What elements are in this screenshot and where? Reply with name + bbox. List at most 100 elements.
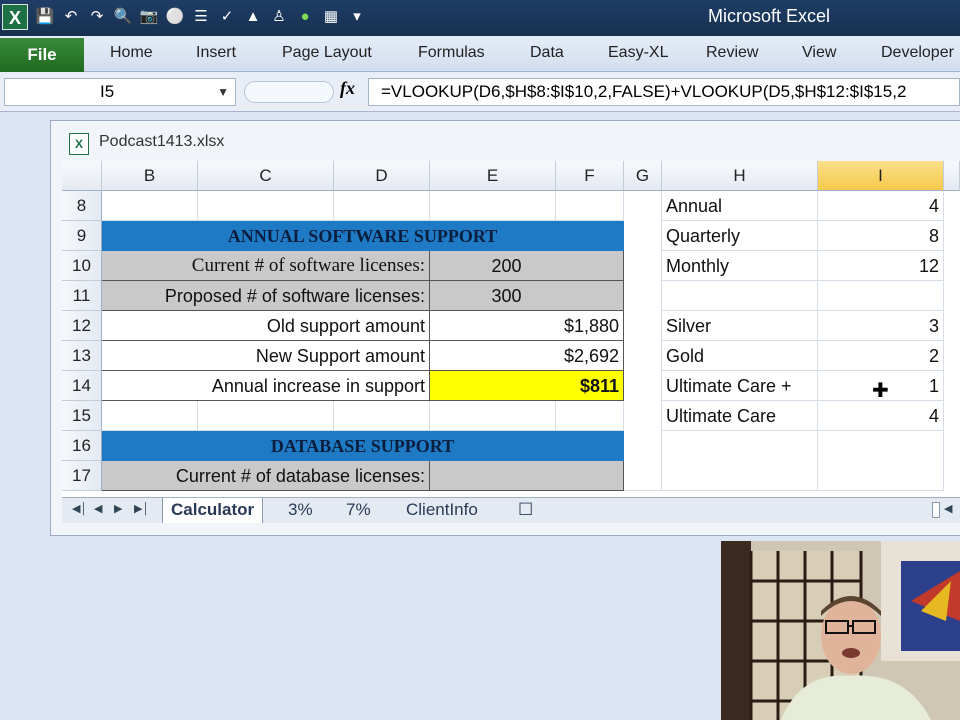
column-header-d[interactable]: D <box>334 161 430 191</box>
lookup-label[interactable]: Monthly <box>662 251 818 281</box>
row-header-11[interactable]: 11 <box>62 281 102 311</box>
check-icon[interactable]: ✓ <box>216 6 238 28</box>
column-header-b[interactable]: B <box>102 161 198 191</box>
column-header-j[interactable] <box>944 161 960 191</box>
section-header-database[interactable]: DATABASE SUPPORT <box>102 431 624 461</box>
row-header-16[interactable]: 16 <box>62 431 102 461</box>
row-header-17[interactable]: 17 <box>62 461 102 491</box>
lookup-label[interactable]: Ultimate Care <box>662 401 818 431</box>
lookup-value[interactable]: 3 <box>818 311 944 341</box>
section-header-software[interactable]: ANNUAL SOFTWARE SUPPORT <box>102 221 624 251</box>
tab-developer[interactable]: Developer <box>881 44 954 62</box>
tab-sheet-calculator[interactable]: Calculator <box>162 498 264 523</box>
scroll-left-icon[interactable]: ◀ <box>944 502 952 515</box>
cell-b8[interactable] <box>102 191 198 221</box>
cell-d8[interactable] <box>334 191 430 221</box>
print-preview-icon[interactable]: 🔍 <box>112 6 134 28</box>
current-licenses-label[interactable]: Current # of software licenses: <box>102 251 430 281</box>
tab-page-layout[interactable]: Page Layout <box>282 44 372 62</box>
column-g-cells[interactable] <box>624 191 662 491</box>
row-header-10[interactable]: 10 <box>62 251 102 281</box>
lookup-value[interactable]: 4 <box>818 191 944 221</box>
next-sheet-icon[interactable]: ▶ <box>114 502 122 515</box>
cell-d15[interactable] <box>334 401 430 431</box>
undo-icon[interactable]: ↶ <box>60 6 82 28</box>
row-header-9[interactable]: 9 <box>62 221 102 251</box>
grid-icon[interactable]: ▦ <box>320 6 342 28</box>
select-all-corner[interactable] <box>62 161 102 191</box>
circle-icon[interactable]: ⚪ <box>164 6 186 28</box>
row-header-8[interactable]: 8 <box>62 191 102 221</box>
lookup-value[interactable] <box>818 281 944 311</box>
proposed-licenses-value[interactable]: 300 <box>430 281 624 311</box>
tab-sheet-3pct[interactable]: 3% <box>280 498 321 523</box>
lookup-label[interactable]: Quarterly <box>662 221 818 251</box>
column-header-e[interactable]: E <box>430 161 556 191</box>
column-header-i[interactable]: I <box>818 161 944 191</box>
lookup-label[interactable]: Silver <box>662 311 818 341</box>
tab-easy-xl[interactable]: Easy-XL <box>608 44 668 62</box>
name-box[interactable]: I5 ▼ <box>4 78 236 106</box>
db-licenses-label[interactable]: Current # of database licenses: <box>102 461 430 491</box>
green-circle-icon[interactable]: ● <box>294 6 316 28</box>
last-sheet-icon[interactable]: ▶│ <box>134 502 149 515</box>
tab-file[interactable]: File <box>0 38 84 72</box>
proposed-licenses-label[interactable]: Proposed # of software licenses: <box>102 281 430 311</box>
lookup-label[interactable]: Ultimate Care + <box>662 371 818 401</box>
cell-b15[interactable] <box>102 401 198 431</box>
tab-review[interactable]: Review <box>706 44 758 62</box>
cell-h16-h17[interactable] <box>662 431 818 491</box>
cell-e15[interactable] <box>430 401 556 431</box>
tab-data[interactable]: Data <box>530 44 564 62</box>
tab-formulas[interactable]: Formulas <box>418 44 485 62</box>
column-header-f[interactable]: F <box>556 161 624 191</box>
tab-insert[interactable]: Insert <box>196 44 236 62</box>
lookup-value[interactable]: 4 <box>818 401 944 431</box>
column-header-h[interactable]: H <box>662 161 818 191</box>
insert-sheet-icon[interactable]: ☐ <box>510 498 541 523</box>
cell-f15[interactable] <box>556 401 624 431</box>
lookup-label[interactable] <box>662 281 818 311</box>
lookup-label[interactable]: Annual <box>662 191 818 221</box>
excel-logo-icon[interactable]: X <box>2 4 28 30</box>
lookup-value[interactable]: 12 <box>818 251 944 281</box>
new-support-value[interactable]: $2,692 <box>430 341 624 371</box>
filter-icon[interactable]: ☰ <box>190 6 212 28</box>
chevron-down-icon[interactable]: ▼ <box>217 79 229 105</box>
save-icon[interactable]: 💾 <box>34 6 56 28</box>
prev-sheet-icon[interactable]: ◀ <box>94 502 102 515</box>
old-support-value[interactable]: $1,880 <box>430 311 624 341</box>
lookup-label[interactable]: Gold <box>662 341 818 371</box>
insert-function-icon[interactable]: fx <box>340 78 355 99</box>
old-support-label[interactable]: Old support amount <box>102 311 430 341</box>
tab-sheet-7pct[interactable]: 7% <box>338 498 379 523</box>
lookup-value[interactable]: 8 <box>818 221 944 251</box>
row-header-13[interactable]: 13 <box>62 341 102 371</box>
tab-home[interactable]: Home <box>110 44 153 62</box>
tab-sheet-clientinfo[interactable]: ClientInfo <box>398 498 486 523</box>
row-header-12[interactable]: 12 <box>62 311 102 341</box>
customize-icon[interactable]: ▾ <box>346 6 368 28</box>
horizontal-scrollbar[interactable] <box>932 502 940 518</box>
redo-icon[interactable]: ↷ <box>86 6 108 28</box>
person-icon[interactable]: ♙ <box>268 6 290 28</box>
current-licenses-value[interactable]: 200 <box>430 251 624 281</box>
db-licenses-value[interactable] <box>430 461 624 491</box>
cell-e8[interactable] <box>430 191 556 221</box>
row-header-15[interactable]: 15 <box>62 401 102 431</box>
new-support-label[interactable]: New Support amount <box>102 341 430 371</box>
cell-f8[interactable] <box>556 191 624 221</box>
tab-view[interactable]: View <box>802 44 836 62</box>
lookup-value[interactable]: 2 <box>818 341 944 371</box>
column-header-c[interactable]: C <box>198 161 334 191</box>
row-header-14[interactable]: 14 <box>62 371 102 401</box>
annual-increase-value[interactable]: $811 <box>430 371 624 401</box>
triangle-icon[interactable]: ▲ <box>242 6 264 28</box>
camera-icon[interactable]: 📷 <box>138 6 160 28</box>
annual-increase-label[interactable]: Annual increase in support <box>102 371 430 401</box>
column-header-g[interactable]: G <box>624 161 662 191</box>
cell-i16-i17[interactable] <box>818 431 944 491</box>
first-sheet-icon[interactable]: ◀│ <box>72 502 87 515</box>
cell-c8[interactable] <box>198 191 334 221</box>
spreadsheet-grid[interactable]: B C D E F G H I 8 9 10 11 12 13 14 15 16… <box>62 161 960 497</box>
